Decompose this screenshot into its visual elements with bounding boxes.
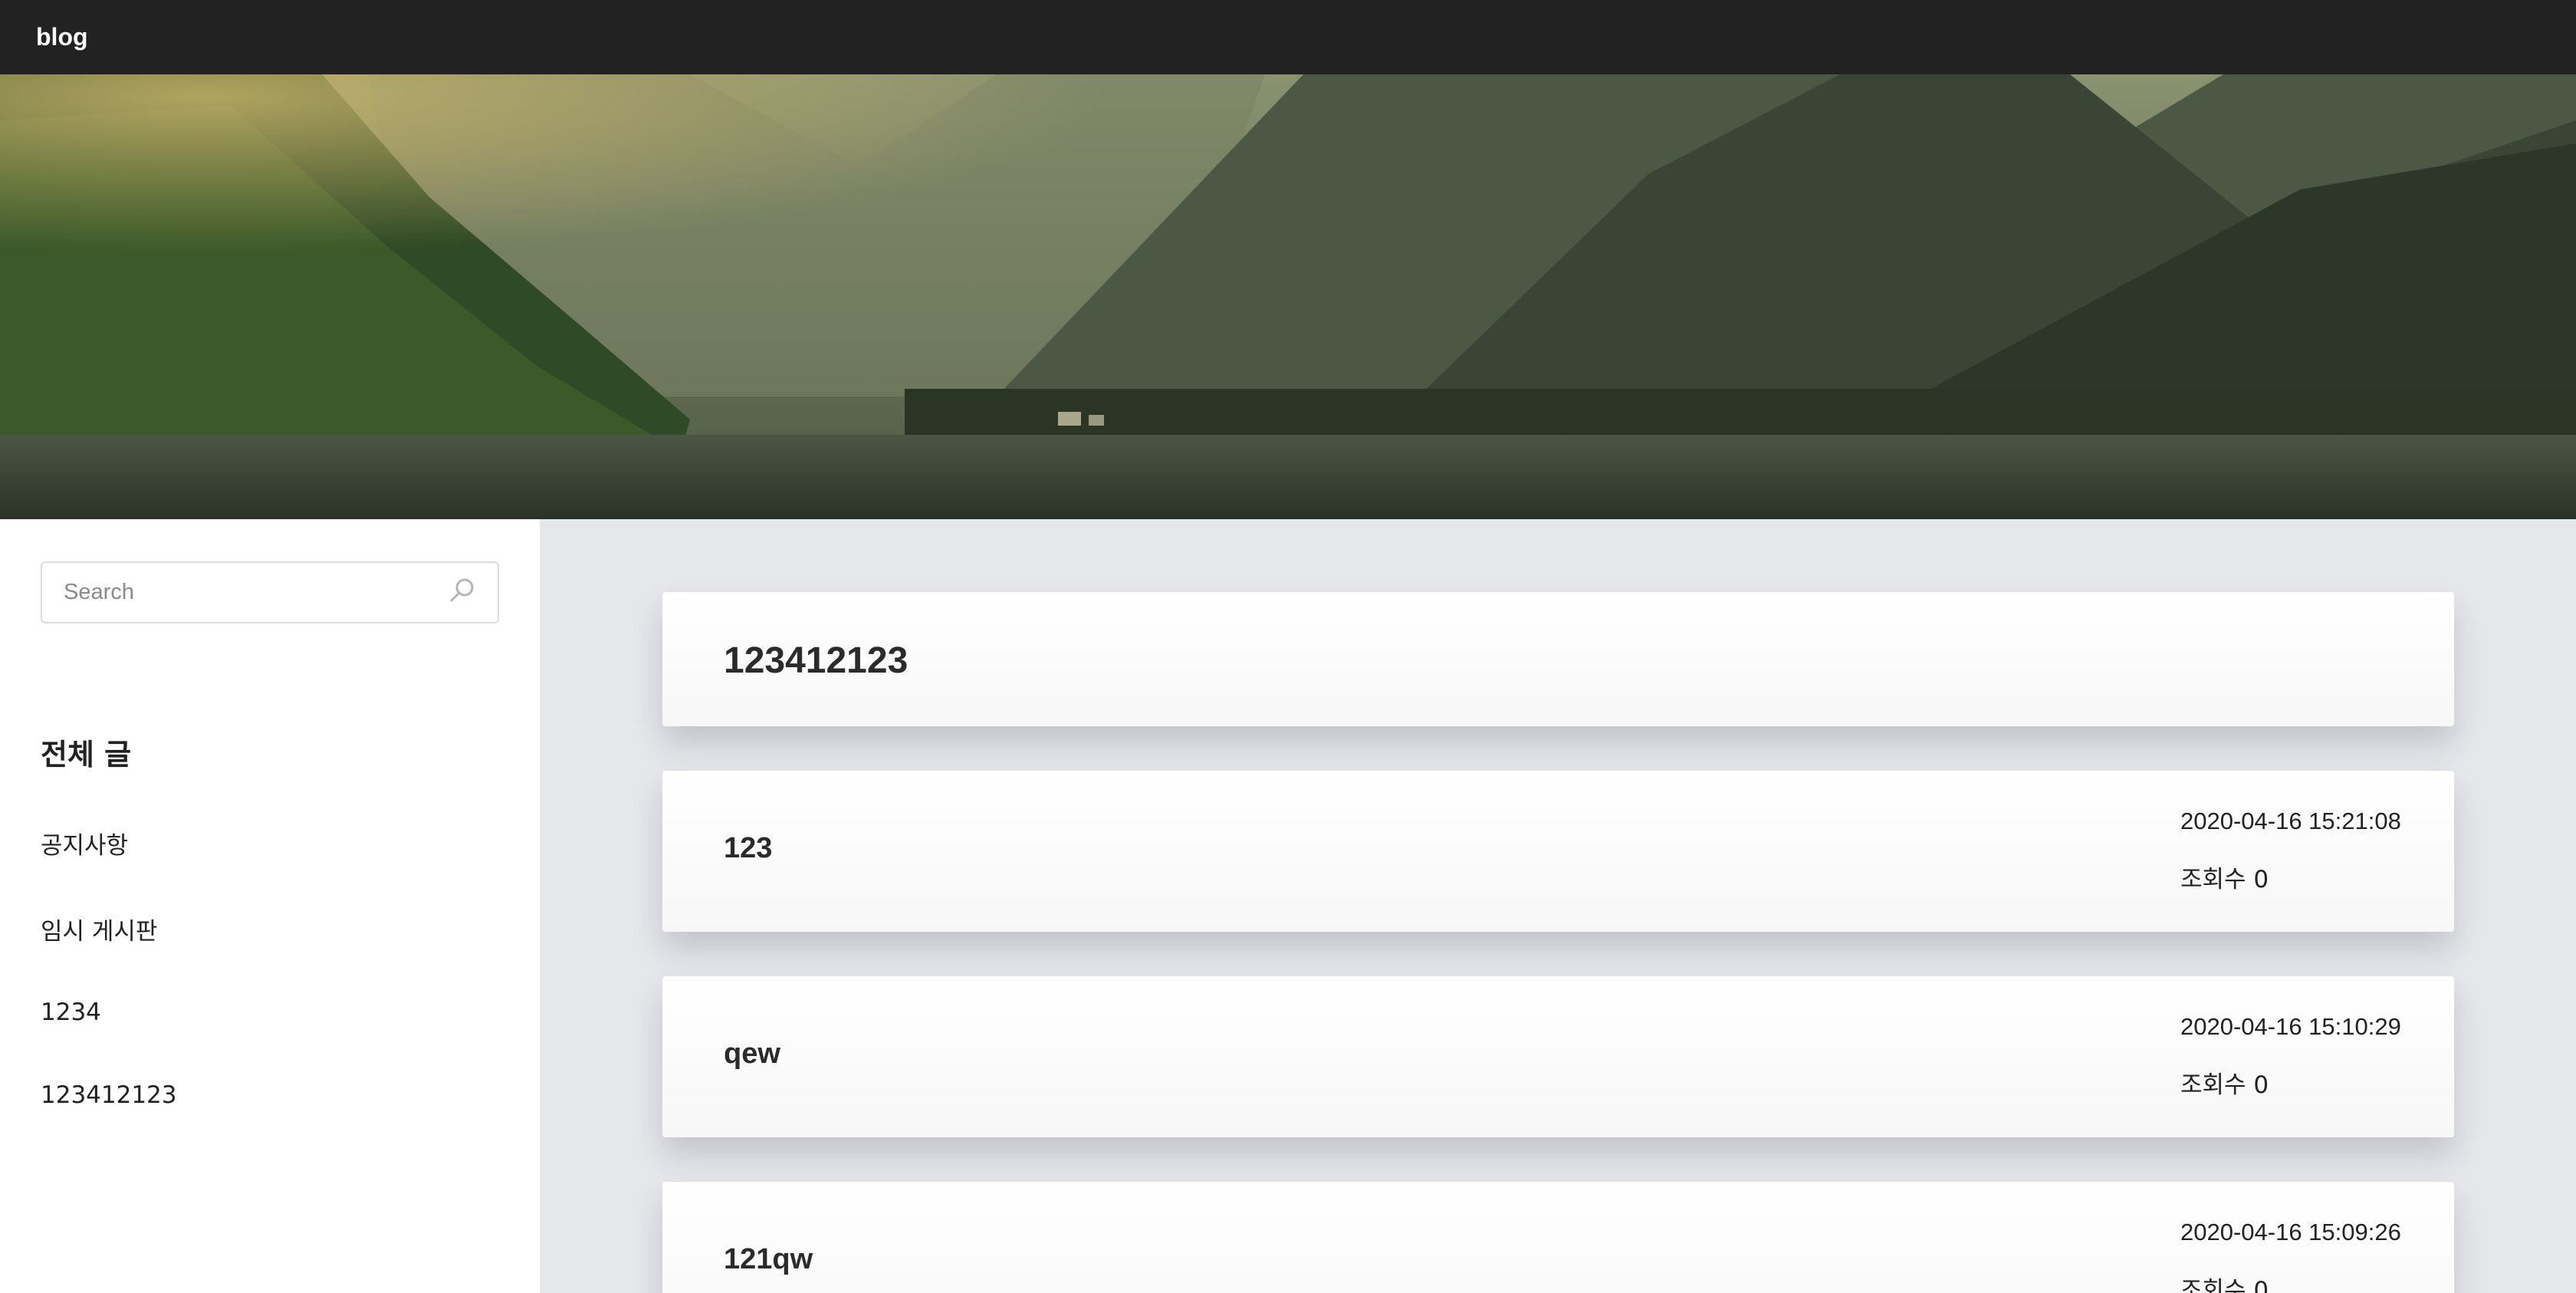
post-date: 2020-04-16 15:10:29 <box>2180 1013 2401 1040</box>
top-navbar: blog <box>0 0 2576 74</box>
main-content: 123412123 123 2020-04-16 15:21:08 조회수 0 … <box>540 519 2576 1293</box>
category-item-123412123[interactable]: 123412123 <box>41 1081 177 1109</box>
post-date: 2020-04-16 15:09:26 <box>2180 1219 2401 1245</box>
post-view-count: 조회수 0 <box>2180 866 2269 893</box>
post-title[interactable]: qew <box>724 1038 780 1071</box>
board-title-card: 123412123 <box>662 592 2454 726</box>
post-item[interactable]: 121qw 2020-04-16 15:09:26 조회수 0 <box>662 1182 2454 1293</box>
sidebar: 전체 글 공지사항 임시 게시판 1234 123412123 <box>0 519 540 1293</box>
board-title: 123412123 <box>724 640 909 681</box>
search-box <box>41 561 499 623</box>
post-view-count: 조회수 0 <box>2180 1277 2269 1293</box>
category-heading-all-posts[interactable]: 전체 글 <box>41 731 131 773</box>
post-title[interactable]: 123 <box>724 832 772 865</box>
category-item-temp-board[interactable]: 임시 게시판 <box>41 912 157 946</box>
search-icon[interactable] <box>447 575 478 606</box>
post-date: 2020-04-16 15:21:08 <box>2180 808 2401 834</box>
category-item-notice[interactable]: 공지사항 <box>41 826 128 860</box>
search-input[interactable] <box>42 563 441 622</box>
post-item[interactable]: qew 2020-04-16 15:10:29 조회수 0 <box>662 976 2454 1137</box>
category-item-1234[interactable]: 1234 <box>41 999 101 1026</box>
header-banner-image <box>0 74 2576 519</box>
post-view-count: 조회수 0 <box>2180 1071 2269 1099</box>
brand-link[interactable]: blog <box>36 23 88 51</box>
post-title[interactable]: 121qw <box>724 1243 813 1276</box>
post-item[interactable]: 123 2020-04-16 15:21:08 조회수 0 <box>662 771 2454 932</box>
